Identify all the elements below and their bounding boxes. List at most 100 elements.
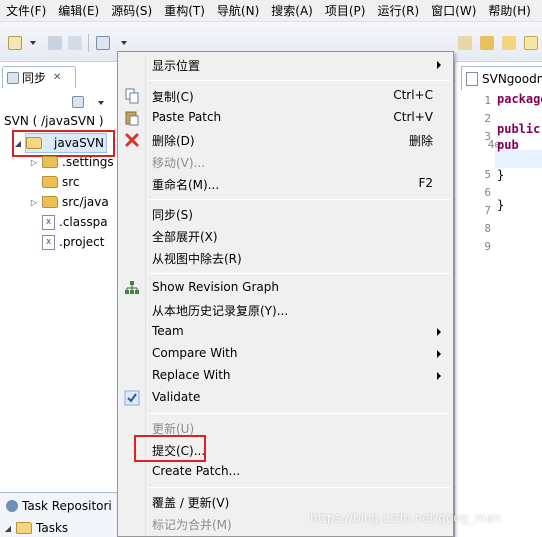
tree-item-label: .project bbox=[59, 235, 105, 249]
watermark: https://blog.csdn.net/goog_man bbox=[310, 511, 501, 525]
menu-project[interactable]: 项目(P) bbox=[319, 2, 372, 19]
line-number: 5 bbox=[484, 168, 491, 181]
tree-item-src[interactable]: src bbox=[30, 172, 80, 192]
commit-highlight-box bbox=[134, 435, 206, 462]
menu-item-paste-patch[interactable]: Paste Patch Ctrl+V bbox=[120, 107, 451, 129]
tree-item-label: Tasks bbox=[36, 521, 69, 535]
revision-graph-icon bbox=[125, 281, 139, 294]
code-line[interactable]: public bbox=[497, 122, 540, 136]
svn-repository-label: SVN ( /javaSVN ) bbox=[4, 114, 104, 128]
menu-item-validate[interactable]: Validate bbox=[120, 387, 451, 409]
folder-icon[interactable] bbox=[502, 36, 516, 50]
menu-item-delete[interactable]: 删除(D) 删除 bbox=[120, 129, 451, 151]
tree-item-project[interactable]: X .project bbox=[30, 232, 104, 252]
folder-icon bbox=[42, 156, 58, 168]
close-icon[interactable]: ✕ bbox=[53, 72, 61, 83]
menu-search[interactable]: 搜索(A) bbox=[265, 2, 319, 19]
code-line[interactable]: package bbox=[497, 92, 542, 106]
context-menu: 显示位置 复制(C) Ctrl+C Paste Patch Ctrl+V 删除(… bbox=[117, 51, 454, 537]
paste-icon bbox=[125, 111, 139, 126]
open-type-icon[interactable] bbox=[458, 36, 472, 50]
menu-refactor[interactable]: 重构(T) bbox=[158, 2, 211, 19]
new-icon[interactable] bbox=[8, 36, 22, 50]
menu-navigate[interactable]: 导航(N) bbox=[211, 2, 265, 19]
folder-icon bbox=[42, 196, 58, 208]
menu-separator bbox=[148, 199, 450, 200]
tab-task-repositories[interactable]: Task Repositori bbox=[6, 499, 112, 513]
task-repository-icon bbox=[6, 500, 18, 512]
synchronize-view: 同步 ✕ SVN ( /javaSVN ) bbox=[0, 62, 120, 492]
menu-item-expand-all[interactable]: 全部展开(X) bbox=[120, 225, 451, 247]
sync-mode-icon[interactable] bbox=[72, 96, 84, 108]
menu-item-override-and-update[interactable]: 覆盖 / 更新(V) bbox=[120, 491, 451, 513]
line-number-gutter: 1 2 3 4⊖ 5 6 7 8 9 bbox=[455, 92, 501, 537]
menu-source[interactable]: 源码(S) bbox=[105, 2, 158, 19]
collapsed-triangle-icon[interactable]: ▷ bbox=[30, 158, 38, 167]
menu-item-synchronize[interactable]: 同步(S) bbox=[120, 203, 451, 225]
folder-icon bbox=[42, 176, 58, 188]
menu-item-create-patch[interactable]: Create Patch... bbox=[120, 461, 451, 483]
line-number: 6 bbox=[484, 186, 491, 199]
menu-separator bbox=[148, 487, 450, 488]
menu-item-compare-with[interactable]: Compare With bbox=[120, 343, 451, 365]
tree-item-settings[interactable]: ▷ .settings bbox=[30, 152, 114, 172]
copy-icon bbox=[125, 88, 139, 104]
menu-item-remove-from-view[interactable]: 从视图中除去(R) bbox=[120, 247, 451, 269]
line-number: 7 bbox=[484, 204, 491, 217]
current-line-highlight bbox=[495, 150, 542, 168]
code-line[interactable]: } bbox=[497, 198, 504, 212]
delete-icon bbox=[125, 133, 139, 147]
expanded-triangle-icon[interactable]: ◢ bbox=[4, 524, 12, 533]
java-editor: SVNgoodn 1 2 3 4⊖ 5 6 7 8 9 package publ… bbox=[454, 62, 542, 537]
submenu-arrow-icon bbox=[437, 350, 441, 358]
menu-run[interactable]: 运行(R) bbox=[371, 2, 425, 19]
sync-mode-dropdown-arrow[interactable] bbox=[98, 101, 104, 105]
submenu-arrow-icon bbox=[437, 372, 441, 380]
tree-item-tasks[interactable]: ◢ Tasks bbox=[4, 521, 68, 535]
save-icon[interactable] bbox=[48, 36, 62, 50]
tree-item-classpath[interactable]: X .classpa bbox=[30, 212, 108, 232]
sync-view-icon bbox=[7, 71, 19, 84]
tab-task-repositories-label: Task Repositori bbox=[22, 499, 112, 513]
tree-item-label: .settings bbox=[62, 155, 114, 169]
code-line[interactable]: pub bbox=[497, 138, 519, 152]
sync-icon[interactable] bbox=[96, 36, 110, 50]
menu-separator bbox=[148, 273, 450, 274]
menu-item-team[interactable]: Team bbox=[120, 321, 451, 343]
menu-item-replace-with[interactable]: Replace With bbox=[120, 365, 451, 387]
menu-edit[interactable]: 编辑(E) bbox=[52, 2, 105, 19]
code-line[interactable]: } bbox=[497, 168, 504, 182]
checkmark-icon bbox=[124, 390, 140, 406]
menu-item-show-revision-graph[interactable]: Show Revision Graph bbox=[120, 277, 451, 299]
tree-item-label: src bbox=[62, 175, 80, 189]
menu-item-restore-local-history[interactable]: 从本地历史记录复原(Y)... bbox=[120, 299, 451, 321]
task-repositories-view: Task Repositori ◢ Tasks bbox=[0, 492, 120, 537]
edit-pencil-icon[interactable] bbox=[524, 36, 538, 50]
menu-item-show-in[interactable]: 显示位置 bbox=[120, 54, 451, 76]
sync-dropdown-arrow[interactable] bbox=[121, 41, 127, 45]
menu-separator bbox=[148, 413, 450, 414]
xml-file-icon: X bbox=[42, 234, 55, 250]
menu-help[interactable]: 帮助(H) bbox=[482, 2, 536, 19]
tree-item-label: src/java bbox=[62, 195, 109, 209]
menu-window[interactable]: 窗口(W) bbox=[425, 2, 482, 19]
collapsed-triangle-icon[interactable]: ▷ bbox=[30, 198, 38, 207]
tab-synchronize[interactable]: 同步 ✕ bbox=[2, 66, 76, 88]
submenu-arrow-icon bbox=[437, 61, 441, 69]
open-folder-icon[interactable] bbox=[480, 36, 494, 50]
java-file-icon bbox=[466, 71, 478, 86]
menu-item-move[interactable]: 移动(V)... bbox=[120, 151, 451, 173]
submenu-arrow-icon bbox=[437, 328, 441, 336]
tree-item-src-java[interactable]: ▷ src/java bbox=[30, 192, 109, 212]
new-dropdown-arrow[interactable] bbox=[30, 41, 36, 45]
toolbar-separator bbox=[88, 34, 89, 52]
menu-item-rename[interactable]: 重命名(M)... F2 bbox=[120, 173, 451, 195]
tab-editor-file[interactable]: SVNgoodn bbox=[461, 66, 542, 90]
line-number: 9 bbox=[484, 240, 491, 253]
menu-bar: 文件(F) 编辑(E) 源码(S) 重构(T) 导航(N) 搜索(A) 项目(P… bbox=[0, 0, 542, 22]
menu-file[interactable]: 文件(F) bbox=[0, 2, 52, 19]
line-number: 8 bbox=[484, 222, 491, 235]
menu-item-copy[interactable]: 复制(C) Ctrl+C bbox=[120, 85, 451, 107]
tab-synchronize-label: 同步 bbox=[22, 71, 47, 85]
save-all-icon[interactable] bbox=[68, 36, 82, 50]
